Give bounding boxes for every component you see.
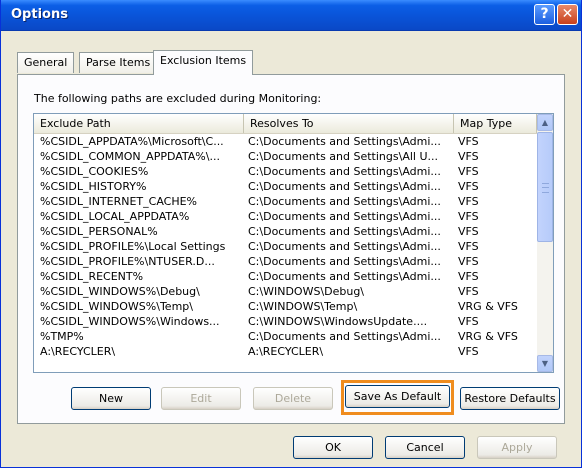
panel-description: The following paths are excluded during … (34, 92, 322, 105)
resolves-to-cell: C:\Documents and Settings\Admi... (248, 330, 441, 343)
vertical-scrollbar[interactable]: ▲ ▼ (537, 114, 553, 372)
exclude-path-cell: %CSIDL_WINDOWS%\Windows... (40, 315, 220, 328)
resolves-to-cell: C:\WINDOWS\Temp\ (248, 300, 358, 313)
edit-button[interactable]: Edit (161, 387, 241, 410)
options-dialog: Options ? ✕ General Parse Items Exclusio… (0, 0, 582, 468)
column-header-exclude-path[interactable]: Exclude Path (34, 114, 244, 133)
map-type-cell: VFS (458, 195, 479, 208)
cancel-button[interactable]: Cancel (385, 436, 465, 459)
restore-defaults-button[interactable]: Restore Defaults (460, 387, 560, 410)
delete-button[interactable]: Delete (253, 387, 333, 410)
exclude-path-cell: %CSIDL_COOKIES% (40, 165, 149, 178)
scroll-thumb[interactable] (537, 132, 553, 242)
list-item[interactable]: %CSIDL_HISTORY% C:\Documents and Settings… (34, 179, 537, 194)
map-type-cell: VFS (458, 150, 479, 163)
tab-general[interactable]: General (17, 52, 75, 73)
exclude-path-cell: %CSIDL_COMMON_APPDATA%\... (40, 150, 220, 163)
resolves-to-cell: C:\Documents and Settings\Admi... (248, 135, 441, 148)
map-type-cell: VRG & VFS (458, 300, 518, 313)
resolves-to-cell: C:\Documents and Settings\Admi... (248, 210, 441, 223)
exclude-path-cell: %CSIDL_HISTORY% (40, 180, 147, 193)
new-button[interactable]: New (71, 387, 151, 410)
map-type-cell: VFS (458, 135, 479, 148)
resolves-to-cell: C:\Documents and Settings\Admi... (248, 240, 441, 253)
exclude-path-cell: %CSIDL_WINDOWS%\Debug\ (40, 285, 200, 298)
scroll-up-icon: ▲ (541, 118, 549, 127)
column-header-map-type[interactable]: Map Type (454, 114, 537, 133)
close-icon: ✕ (561, 6, 574, 22)
list-item[interactable]: %CSIDL_WINDOWS%\Temp\ C:\WINDOWS\Temp\ VRG… (34, 299, 537, 314)
exclude-path-cell: %CSIDL_PROFILE%\Local Settings (40, 240, 226, 253)
exclude-path-cell: %CSIDL_APPDATA%\Microsoft\C... (40, 135, 224, 148)
map-type-cell: VFS (458, 165, 479, 178)
resolves-to-cell: C:\Documents and Settings\Admi... (248, 195, 441, 208)
apply-button[interactable]: Apply (477, 436, 557, 459)
resolves-to-cell: A:\RECYCLER\ (248, 345, 324, 358)
help-button[interactable]: ? (534, 4, 555, 25)
resolves-to-cell: C:\Documents and Settings\Admi... (248, 225, 441, 238)
map-type-cell: VFS (458, 255, 479, 268)
list-item[interactable]: %CSIDL_RECENT% C:\Documents and Settings\… (34, 269, 537, 284)
map-type-cell: VFS (458, 240, 479, 253)
map-type-cell: VFS (458, 210, 479, 223)
scroll-up-button[interactable]: ▲ (537, 114, 553, 131)
resolves-to-cell: C:\Documents and Settings\All U... (248, 150, 438, 163)
ok-button[interactable]: OK (293, 436, 373, 459)
exclude-path-cell: A:\RECYCLER\ (40, 345, 116, 358)
close-button[interactable]: ✕ (557, 4, 578, 25)
exclude-path-cell: %CSIDL_RECENT% (40, 270, 144, 283)
list-rows: %CSIDL_APPDATA%\Microsoft\C... C:\Documen… (34, 134, 537, 359)
exclude-path-cell: %CSIDL_PERSONAL% (40, 225, 158, 238)
list-item[interactable]: %CSIDL_INTERNET_CACHE% C:\Documents and S… (34, 194, 537, 209)
list-item[interactable]: %CSIDL_COOKIES% C:\Documents and Settings… (34, 164, 537, 179)
list-item[interactable]: %CSIDL_PROFILE%\NTUSER.D... C:\Documents … (34, 254, 537, 269)
map-type-cell: VRG & VFS (458, 330, 518, 343)
grip-icon (542, 183, 549, 193)
exclusion-items-panel: The following paths are excluded during … (17, 74, 565, 424)
list-item[interactable]: %CSIDL_LOCAL_APPDATA% C:\Documents and Se… (34, 209, 537, 224)
tab-parse-items[interactable]: Parse Items (79, 52, 158, 73)
resolves-to-cell: C:\Documents and Settings\Admi... (248, 180, 441, 193)
map-type-cell: VFS (458, 285, 479, 298)
resolves-to-cell: C:\Documents and Settings\Admi... (248, 165, 441, 178)
exclude-path-cell: %CSIDL_WINDOWS%\Temp\ (40, 300, 193, 313)
map-type-cell: VFS (458, 180, 479, 193)
list-item[interactable]: %CSIDL_APPDATA%\Microsoft\C... C:\Documen… (34, 134, 537, 149)
list-header: Exclude Path Resolves To Map Type (34, 114, 537, 134)
title-bar[interactable]: Options ? ✕ (1, 0, 581, 31)
scroll-down-button[interactable]: ▼ (537, 355, 553, 372)
resolves-to-cell: C:\WINDOWS\Debug\ (248, 285, 365, 298)
list-item[interactable]: %CSIDL_WINDOWS%\Debug\ C:\WINDOWS\Debug\ V… (34, 284, 537, 299)
list-item[interactable]: %CSIDL_PERSONAL% C:\Documents and Setting… (34, 224, 537, 239)
exclusion-list[interactable]: Exclude Path Resolves To Map Type %CSIDL… (33, 113, 554, 373)
resolves-to-cell: C:\WINDOWS\WindowsUpdate.... (248, 315, 428, 328)
scroll-down-icon: ▼ (541, 359, 549, 368)
exclude-path-cell: %TMP% (40, 330, 84, 343)
help-icon: ? (540, 6, 549, 22)
resolves-to-cell: C:\Documents and Settings\Admi... (248, 255, 441, 268)
list-item[interactable]: A:\RECYCLER\ A:\RECYCLER\ VFS (34, 344, 537, 359)
map-type-cell: VFS (458, 315, 479, 328)
map-type-cell: VFS (458, 225, 479, 238)
exclude-path-cell: %CSIDL_LOCAL_APPDATA% (40, 210, 190, 223)
list-item[interactable]: %TMP% C:\Documents and Settings\Admi... VR… (34, 329, 537, 344)
window-title: Options (11, 7, 68, 22)
tab-exclusion-items[interactable]: Exclusion Items (153, 50, 254, 75)
map-type-cell: VFS (458, 345, 479, 358)
column-header-resolves-to[interactable]: Resolves To (244, 114, 454, 133)
highlight-frame (341, 380, 454, 415)
map-type-cell: VFS (458, 270, 479, 283)
resolves-to-cell: C:\Documents and Settings\Admi... (248, 270, 441, 283)
list-item[interactable]: %CSIDL_PROFILE%\Local Settings C:\Documen… (34, 239, 537, 254)
list-item[interactable]: %CSIDL_WINDOWS%\Windows... C:\WINDOWS\Win… (34, 314, 537, 329)
exclude-path-cell: %CSIDL_PROFILE%\NTUSER.D... (40, 255, 215, 268)
exclude-path-cell: %CSIDL_INTERNET_CACHE% (40, 195, 198, 208)
list-item[interactable]: %CSIDL_COMMON_APPDATA%\... C:\Documents a… (34, 149, 537, 164)
